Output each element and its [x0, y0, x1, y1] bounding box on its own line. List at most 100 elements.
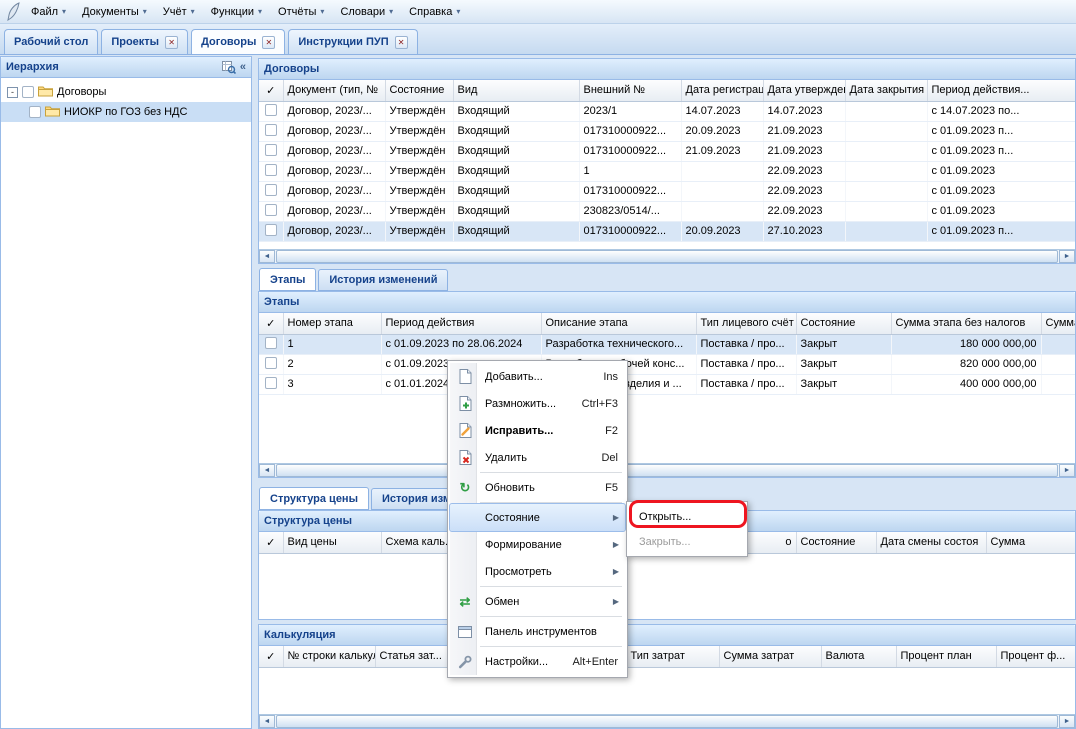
tree-checkbox[interactable] [22, 86, 34, 98]
col-header[interactable]: Состояние [796, 532, 876, 553]
contract-row[interactable]: Договор, 2023/...УтверждёнВходящий2023/1… [259, 101, 1075, 121]
collapse-panel-icon[interactable]: « [240, 61, 246, 73]
menu-item-exchange[interactable]: ⇄ Обмен ▶ [450, 588, 625, 615]
tab-contracts[interactable]: Договоры✕ [191, 29, 285, 54]
col-header[interactable]: Сумма... [1041, 313, 1075, 334]
contract-row[interactable]: Договор, 2023/...УтверждёнВходящий122.09… [259, 161, 1075, 181]
stages-grid: ✓ Номер этапа Период действия Описание э… [259, 313, 1075, 463]
col-header[interactable]: Вид [453, 80, 579, 101]
menu-item-state[interactable]: Состояние ▶ [450, 504, 625, 531]
row-checkbox[interactable] [265, 204, 277, 216]
col-header[interactable]: Состояние [385, 80, 453, 101]
contract-row[interactable]: Договор, 2023/...УтверждёнВходящий017310… [259, 121, 1075, 141]
close-icon[interactable]: ✕ [165, 36, 178, 49]
col-header[interactable]: Процент план [896, 646, 996, 667]
col-header[interactable]: Тип затрат [626, 646, 719, 667]
row-checkbox[interactable] [265, 104, 277, 116]
stage-row-selected[interactable]: 1с 01.09.2023 по 28.06.2024Разработка те… [259, 334, 1075, 354]
close-icon[interactable]: ✕ [395, 36, 408, 49]
header-row: ✓ Номер этапа Период действия Описание э… [259, 313, 1075, 334]
tree-node-niokr[interactable]: НИОКР по ГОЗ без НДС [1, 102, 251, 122]
col-header[interactable]: Вид цены [283, 532, 381, 553]
menu-item-formation[interactable]: Формирование ▶ [450, 531, 625, 558]
select-all-header[interactable]: ✓ [259, 532, 283, 553]
menu-accounting[interactable]: Учёт▾ [155, 2, 203, 22]
scroll-left-icon[interactable]: ◄ [259, 250, 275, 263]
horizontal-scrollbar[interactable]: ◄ ► [259, 249, 1075, 263]
col-header[interactable]: Дата смены состоя [876, 532, 986, 553]
row-checkbox[interactable] [265, 224, 277, 236]
col-header[interactable]: Описание этапа [541, 313, 696, 334]
tree-checkbox[interactable] [29, 106, 41, 118]
col-header[interactable]: Валюта [821, 646, 896, 667]
tree-node-root[interactable]: - Договоры [1, 82, 251, 102]
stage-row[interactable]: 2с 01.09.2023 по ...Разработка рабочей к… [259, 354, 1075, 374]
col-header[interactable]: Дата регистрации. [681, 80, 763, 101]
menu-help[interactable]: Справка▾ [401, 2, 468, 22]
menu-item-view[interactable]: Просмотреть ▶ [450, 558, 625, 585]
row-checkbox[interactable] [265, 184, 277, 196]
contract-row[interactable]: Договор, 2023/...УтверждёнВходящий017310… [259, 141, 1075, 161]
contract-row[interactable]: Договор, 2023/...УтверждёнВходящий017310… [259, 181, 1075, 201]
col-header[interactable]: Внешний № [579, 80, 681, 101]
row-checkbox[interactable] [265, 337, 277, 349]
row-checkbox[interactable] [265, 144, 277, 156]
menu-item-settings[interactable]: Настройки... Alt+Enter [450, 648, 625, 675]
tab-projects[interactable]: Проекты✕ [101, 29, 188, 54]
tree-collapse-icon[interactable]: - [7, 87, 18, 98]
tab-desktop[interactable]: Рабочий стол [4, 29, 98, 54]
select-all-header[interactable]: ✓ [259, 646, 283, 667]
contract-row-selected[interactable]: Договор, 2023/...УтверждёнВходящий017310… [259, 221, 1075, 241]
menu-item-refresh[interactable]: ↻ Обновить F5 [450, 474, 625, 501]
menu-item-edit[interactable]: Исправить... F2 [450, 417, 625, 444]
tab-instructions[interactable]: Инструкции ПУП✕ [288, 29, 417, 54]
col-header[interactable]: Дата закрытия [845, 80, 927, 101]
menu-item-add[interactable]: Добавить... Ins [450, 363, 625, 390]
row-checkbox[interactable] [265, 164, 277, 176]
col-header[interactable]: Процент ф... [996, 646, 1075, 667]
menu-functions[interactable]: Функции▾ [203, 2, 270, 22]
scrollbar-thumb[interactable] [276, 250, 1058, 263]
submenu-item-close[interactable]: Закрыть... [629, 529, 745, 554]
col-header[interactable]: Документ (тип, № [283, 80, 385, 101]
select-all-header[interactable]: ✓ [259, 80, 283, 101]
tab-change-history[interactable]: История изменений [318, 269, 448, 291]
tab-stages[interactable]: Этапы [259, 268, 316, 291]
col-header[interactable]: Сумма [986, 532, 1075, 553]
cell: Поставка / про... [696, 354, 796, 374]
scroll-left-icon[interactable]: ◄ [259, 715, 275, 728]
scrollbar-thumb[interactable] [276, 464, 1058, 477]
col-header[interactable]: Номер этапа [283, 313, 381, 334]
col-header[interactable]: Состояние [796, 313, 891, 334]
menu-reports[interactable]: Отчёты▾ [270, 2, 332, 22]
scroll-right-icon[interactable]: ► [1059, 464, 1075, 477]
select-all-header[interactable]: ✓ [259, 313, 283, 334]
scrollbar-thumb[interactable] [276, 715, 1058, 728]
contract-row[interactable]: Договор, 2023/...УтверждёнВходящий230823… [259, 201, 1075, 221]
col-header[interactable]: Период действия [381, 313, 541, 334]
close-icon[interactable]: ✕ [262, 36, 275, 49]
menu-dictionaries[interactable]: Словари▾ [332, 2, 401, 22]
col-header[interactable]: № строки калькул [283, 646, 375, 667]
col-header[interactable]: Тип лицевого счёт [696, 313, 796, 334]
scroll-right-icon[interactable]: ► [1059, 250, 1075, 263]
row-checkbox[interactable] [265, 377, 277, 389]
col-header[interactable]: Период действия... [927, 80, 1075, 101]
menu-item-toolbar[interactable]: Панель инструментов [450, 618, 625, 645]
menu-documents[interactable]: Документы▾ [74, 2, 155, 22]
menu-item-duplicate[interactable]: Размножить... Ctrl+F3 [450, 390, 625, 417]
col-header[interactable]: Сумма этапа без налогов [891, 313, 1041, 334]
horizontal-scrollbar[interactable]: ◄ ► [259, 463, 1075, 477]
tab-price-structure[interactable]: Структура цены [259, 487, 369, 510]
stage-row[interactable]: 3с 01.01.2024 по ...Изготовление изделия… [259, 374, 1075, 394]
search-icon[interactable] [222, 61, 236, 74]
row-checkbox[interactable] [265, 357, 277, 369]
menu-file[interactable]: Файл▾ [23, 2, 74, 22]
menu-item-delete[interactable]: Удалить Del [450, 444, 625, 471]
scroll-left-icon[interactable]: ◄ [259, 464, 275, 477]
row-checkbox[interactable] [265, 124, 277, 136]
scroll-right-icon[interactable]: ► [1059, 715, 1075, 728]
col-header[interactable]: Сумма затрат [719, 646, 821, 667]
horizontal-scrollbar[interactable]: ◄ ► [259, 714, 1075, 728]
col-header[interactable]: Дата утверждения [763, 80, 845, 101]
